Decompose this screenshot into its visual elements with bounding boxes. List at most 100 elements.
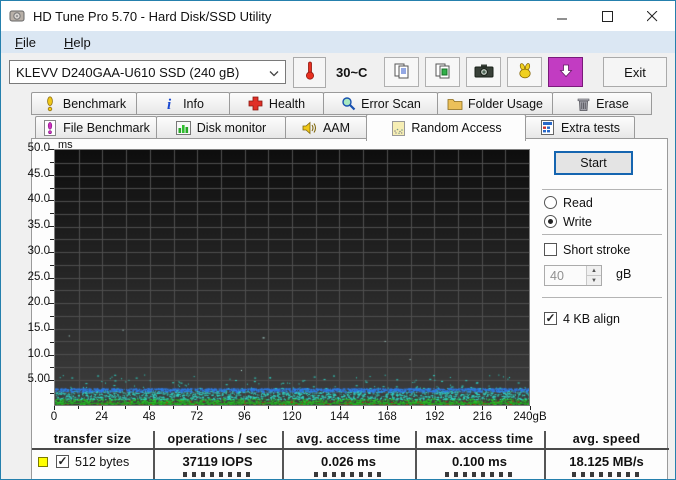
tab-info[interactable]: iInfo	[136, 92, 230, 115]
align-checkbox[interactable]	[544, 312, 557, 325]
x-axis-tick	[316, 406, 317, 409]
tab-aam[interactable]: AAM	[285, 116, 367, 139]
tab-label: Folder Usage	[468, 97, 543, 111]
random-access-icon	[390, 121, 406, 136]
x-axis-tick	[435, 406, 436, 410]
short-stroke-checkbox[interactable]	[544, 243, 557, 256]
write-radio[interactable]	[544, 215, 557, 228]
separator	[542, 297, 662, 298]
table-value-1: 37119 IOPS	[153, 454, 282, 469]
short-stroke-row[interactable]: Short stroke	[544, 242, 630, 257]
y-axis-tick-label: 15.0	[26, 322, 50, 334]
table-header-3: avg. access time	[282, 432, 415, 446]
x-axis-tick-label: 216	[460, 411, 504, 423]
x-axis-tick	[363, 406, 364, 409]
y-axis-tick	[49, 149, 54, 150]
write-radio-row[interactable]: Write	[544, 214, 592, 229]
tab-error-scan[interactable]: Error Scan	[323, 92, 438, 115]
save-results-button[interactable]	[507, 57, 542, 87]
x-axis-tick	[387, 406, 388, 410]
x-axis-tick	[197, 406, 198, 410]
y-axis-tick-label: 10.0	[26, 348, 50, 360]
tab-label: Benchmark	[63, 97, 126, 111]
y-axis-tick	[49, 355, 54, 356]
aam-icon	[302, 121, 318, 135]
x-axis-tick-label: 96	[222, 411, 266, 423]
tab-erase[interactable]: Erase	[552, 92, 652, 115]
x-axis-tick	[411, 406, 412, 409]
spinner-up-icon[interactable]: ▲	[587, 266, 601, 275]
align-row[interactable]: 4 KB align	[544, 311, 620, 326]
error-scan-icon	[340, 96, 356, 111]
x-axis-tick-label: 120	[270, 411, 314, 423]
y-axis-tick	[49, 226, 54, 227]
tab-disk-monitor[interactable]: Disk monitor	[156, 116, 286, 139]
tab-random-access[interactable]: Random Access	[366, 114, 526, 141]
separator	[542, 189, 662, 190]
y-axis-tick	[49, 380, 54, 381]
read-radio-row[interactable]: Read	[544, 195, 593, 210]
x-axis-tick	[292, 406, 293, 410]
read-radio[interactable]	[544, 196, 557, 209]
chevron-down-icon	[269, 65, 279, 80]
copy-image-button[interactable]	[425, 57, 460, 87]
y-axis-tick	[50, 316, 54, 317]
y-axis-tick	[50, 265, 54, 266]
screenshot-button[interactable]	[466, 57, 501, 87]
close-button[interactable]	[630, 1, 675, 31]
hard-disk-icon	[9, 8, 25, 24]
y-axis-tick	[50, 393, 54, 394]
app-window: HD Tune Pro 5.70 - Hard Disk/SSD Utility…	[0, 0, 676, 480]
x-axis-tick-label: 0	[32, 411, 76, 423]
title-bar: HD Tune Pro 5.70 - Hard Disk/SSD Utility	[1, 1, 675, 31]
tab-label: AAM	[323, 121, 350, 135]
device-dropdown-value: KLEVV D240GAA-U610 SSD (240 gB)	[16, 65, 269, 80]
maximize-button[interactable]	[585, 1, 630, 31]
x-axis-tick	[506, 406, 507, 409]
info-icon: i	[162, 96, 178, 112]
y-axis-tick-label: 5.00	[26, 373, 50, 385]
x-axis-tick	[244, 406, 245, 410]
y-axis-tick	[50, 239, 54, 240]
tab-label: Erase	[596, 97, 629, 111]
temperature-button[interactable]	[293, 57, 326, 88]
y-axis-tick-label: 50.0	[26, 142, 50, 154]
short-stroke-label: Short stroke	[563, 243, 630, 257]
exit-button-label: Exit	[624, 65, 646, 80]
thermometer-icon	[302, 60, 318, 84]
spinner-down-icon[interactable]: ▼	[587, 275, 601, 285]
tab-extra-tests[interactable]: Extra tests	[525, 116, 635, 139]
start-button[interactable]: Start	[554, 151, 633, 175]
device-dropdown[interactable]: KLEVV D240GAA-U610 SSD (240 gB)	[9, 60, 286, 84]
copy-text-button[interactable]	[384, 57, 419, 87]
x-axis-tick	[482, 406, 483, 410]
tab-strip: Benchmark iInfoHealthError Scan Folder Usa…	[31, 92, 661, 139]
tab-file-benchmark[interactable]: File Benchmark	[35, 116, 157, 139]
tab-health[interactable]: Health	[229, 92, 324, 115]
tab-folder-usage[interactable]: Folder Usage	[437, 92, 553, 115]
chart-plot-area	[54, 149, 530, 406]
x-axis-tick-label: 24	[80, 411, 124, 423]
access-time-scatter-chart	[55, 150, 529, 405]
menu-item-help[interactable]: Help	[60, 34, 95, 51]
tab-benchmark[interactable]: Benchmark	[31, 92, 137, 115]
exit-button[interactable]: Exit	[603, 57, 667, 87]
x-axis-tick-label: 168	[365, 411, 409, 423]
transfer-size-checkbox[interactable]	[56, 455, 69, 468]
y-axis-tick	[50, 342, 54, 343]
short-stroke-size-spinner[interactable]: 40 ▲ ▼	[544, 265, 602, 286]
series-color-marker	[38, 457, 48, 467]
toolbar: KLEVV D240GAA-U610 SSD (240 gB) 30~C Exi…	[1, 53, 675, 91]
align-checkbox-label: 4 KB align	[563, 312, 620, 326]
table-header-2: operations / sec	[153, 432, 282, 446]
benchmark-icon	[42, 96, 58, 112]
table-header-4: max. access time	[415, 432, 544, 446]
menu-item-file[interactable]: File	[11, 34, 40, 51]
download-button[interactable]	[548, 57, 583, 87]
x-axis-tick	[530, 406, 531, 410]
minimize-button[interactable]	[540, 1, 585, 31]
clipped-row-fragment	[445, 472, 515, 477]
folder-icon	[447, 97, 463, 111]
copy-text-icon	[393, 62, 411, 83]
y-axis-tick	[50, 162, 54, 163]
